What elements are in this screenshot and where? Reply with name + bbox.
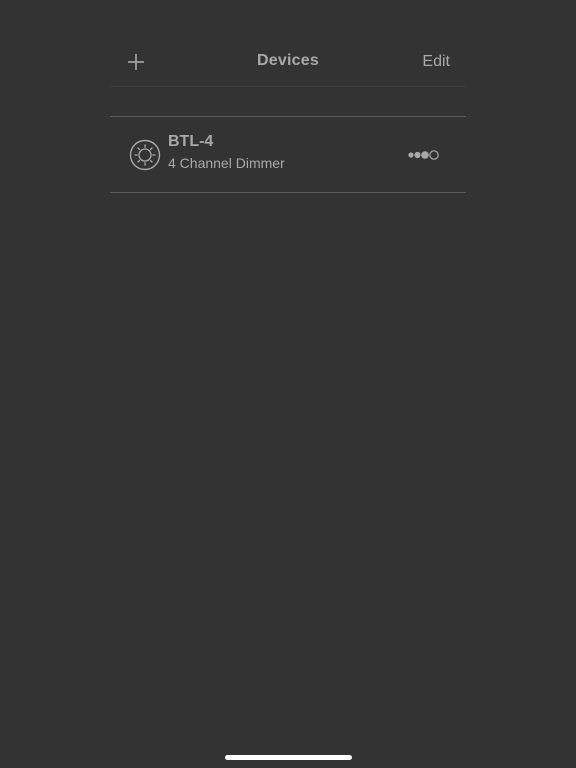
device-name: BTL-4 [168, 133, 214, 150]
device-row[interactable]: BTL-4 4 Channel Dimmer [110, 117, 466, 192]
device-description: 4 Channel Dimmer [168, 155, 285, 171]
light-bulb-sun-icon [129, 139, 161, 171]
signal-strength-icon [408, 150, 439, 160]
device-list: BTL-4 4 Channel Dimmer [110, 116, 466, 193]
page-title: Devices [257, 52, 319, 69]
navigation-bar: Devices Edit [110, 38, 466, 87]
edit-button[interactable]: Edit [422, 53, 450, 71]
home-indicator[interactable] [225, 755, 352, 760]
